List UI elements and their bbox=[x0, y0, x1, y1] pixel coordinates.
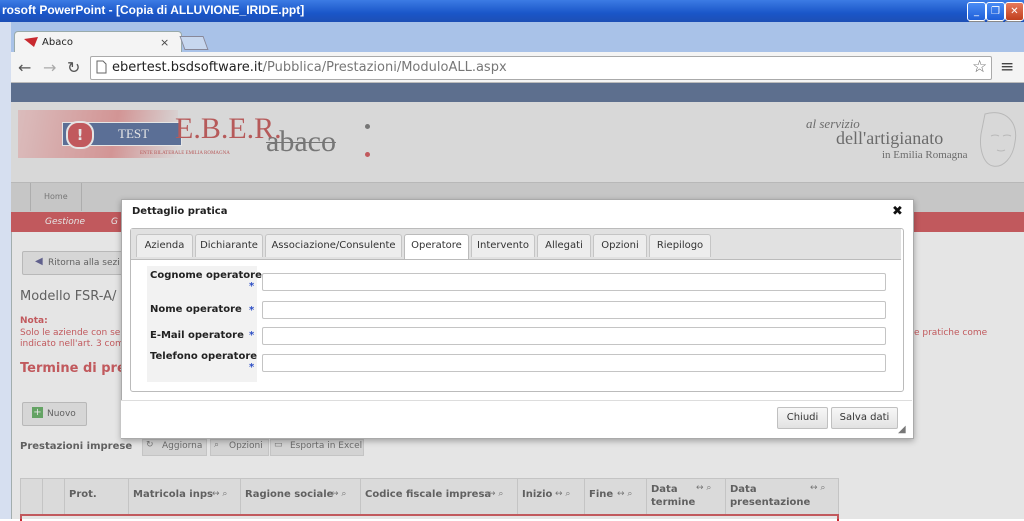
url-text[interactable]: ebertest.bsdsoftware.it/Pubblica/Prestaz… bbox=[112, 60, 507, 75]
close-button[interactable]: Chiudi bbox=[777, 407, 828, 429]
new-tab-button[interactable] bbox=[179, 36, 209, 50]
tab-close-icon[interactable]: × bbox=[160, 36, 169, 49]
required-marker: * bbox=[249, 305, 255, 316]
tab-opzioni[interactable]: Opzioni bbox=[593, 234, 647, 257]
close-window-button[interactable]: ✕ bbox=[1005, 2, 1024, 21]
email-input[interactable] bbox=[262, 327, 886, 345]
tab-allegati[interactable]: Allegati bbox=[537, 234, 591, 257]
browser-tab[interactable] bbox=[14, 31, 182, 54]
minimize-button[interactable]: _ bbox=[967, 2, 986, 21]
tab-dichiarante[interactable]: Dichiarante bbox=[195, 234, 263, 257]
bookmark-star-icon[interactable]: ☆ bbox=[972, 57, 987, 77]
url-path: /Pubblica/Prestazioni/ModuloALL.aspx bbox=[262, 60, 507, 75]
dialog-title: Dettaglio pratica bbox=[132, 206, 228, 217]
tab-riepilogo[interactable]: Riepilogo bbox=[649, 234, 711, 257]
tab-azienda[interactable]: Azienda bbox=[136, 234, 193, 257]
required-marker: * bbox=[249, 281, 255, 292]
telefono-input[interactable] bbox=[262, 354, 886, 372]
window-title: rosoft PowerPoint - [Copia di ALLUVIONE_… bbox=[2, 3, 305, 17]
tab-operatore[interactable]: Operatore bbox=[404, 234, 469, 259]
required-marker: * bbox=[249, 330, 255, 341]
save-button[interactable]: Salva dati bbox=[831, 407, 898, 429]
tab-title: Abaco bbox=[42, 37, 73, 48]
reload-icon[interactable]: ↻ bbox=[67, 58, 80, 77]
back-arrow-icon[interactable]: ← bbox=[18, 58, 31, 77]
tab-intervento[interactable]: Intervento bbox=[471, 234, 535, 257]
menu-icon[interactable]: ≡ bbox=[1000, 57, 1014, 77]
email-label: E-Mail operatore bbox=[150, 330, 244, 341]
dialog-close-icon[interactable]: ✖ bbox=[892, 204, 903, 219]
nome-label: Nome operatore bbox=[150, 304, 242, 315]
required-marker: * bbox=[249, 362, 255, 373]
resize-handle-icon[interactable]: ◢ bbox=[898, 424, 906, 435]
nome-input[interactable] bbox=[262, 301, 886, 319]
maximize-button[interactable]: ❐ bbox=[986, 2, 1005, 21]
telefono-label: Telefono operatore bbox=[150, 351, 258, 362]
form-label-column bbox=[147, 266, 257, 382]
tab-associazione[interactable]: Associazione/Consulente bbox=[265, 234, 402, 257]
page-icon bbox=[96, 60, 107, 74]
forward-arrow-icon[interactable]: → bbox=[43, 58, 56, 77]
cognome-label: Cognome operatore bbox=[150, 270, 262, 281]
abaco-favicon-icon bbox=[24, 37, 38, 47]
url-host: ebertest.bsdsoftware.it bbox=[112, 60, 263, 75]
cognome-input[interactable] bbox=[262, 273, 886, 291]
